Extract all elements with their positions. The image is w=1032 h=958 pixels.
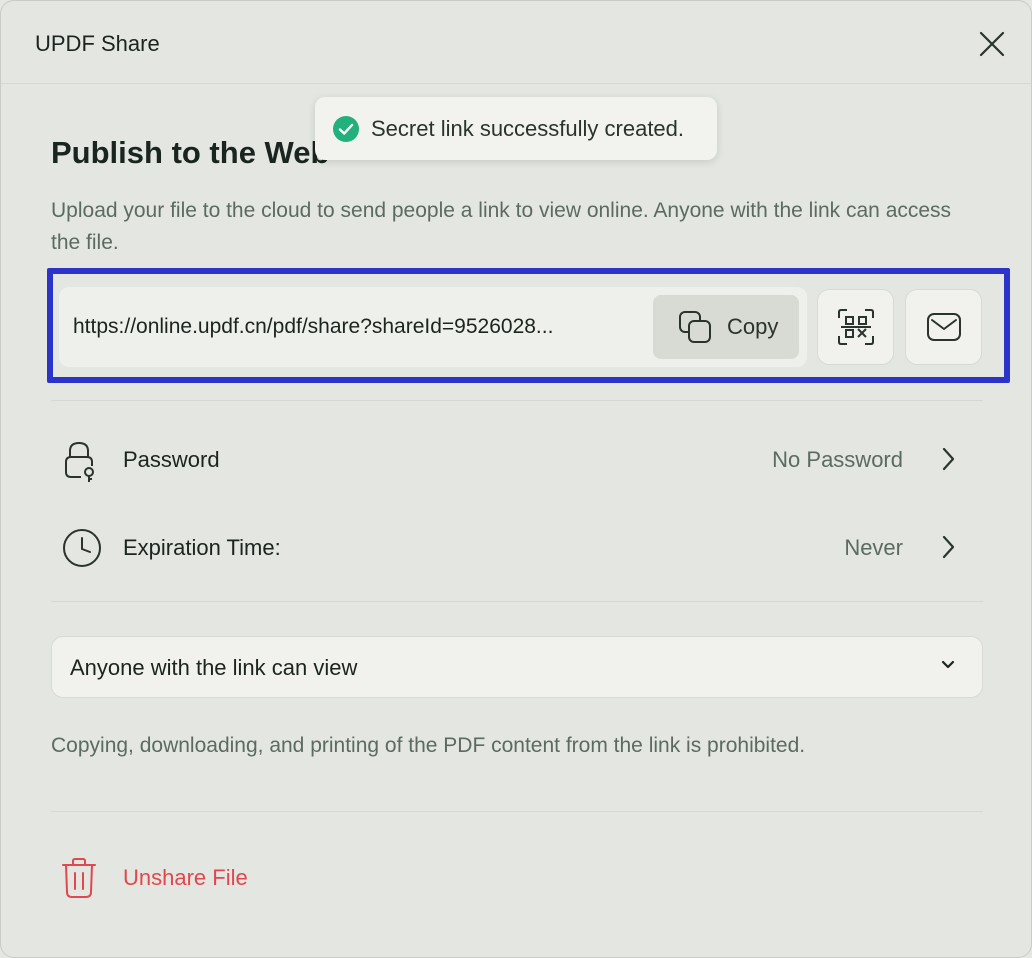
success-toast: Secret link successfully created. — [315, 97, 717, 160]
qr-code-button[interactable] — [817, 289, 894, 365]
divider — [51, 400, 983, 401]
email-button[interactable] — [905, 289, 982, 365]
page-description: Upload your file to the cloud to send pe… — [51, 199, 952, 254]
chevron-right-icon — [942, 535, 955, 559]
copy-label: Copy — [727, 314, 779, 339]
restriction-note: Copying, downloading, and printing of th… — [51, 734, 806, 757]
expiration-value: Never — [844, 535, 903, 560]
expiration-label: Expiration Time: — [123, 535, 281, 560]
title-bar: UPDF Share — [1, 1, 1031, 84]
divider — [51, 601, 983, 602]
password-label: Password — [123, 447, 220, 472]
dialog-title: UPDF Share — [35, 31, 160, 56]
expiration-row[interactable]: Expiration Time: Never — [51, 515, 983, 579]
share-link-url[interactable]: https://online.updf.cn/pdf/share?shareId… — [73, 315, 629, 339]
copy-icon — [679, 311, 711, 343]
lock-icon — [65, 441, 94, 482]
clock-icon — [63, 529, 101, 567]
copy-button[interactable]: Copy — [653, 295, 799, 359]
close-icon — [979, 31, 1005, 57]
email-icon — [926, 313, 961, 341]
chevron-down-icon — [941, 660, 955, 669]
share-dialog: UPDF Share Secret link successfully crea… — [0, 0, 1032, 958]
unshare-file-button[interactable]: Unshare File — [61, 853, 248, 903]
unshare-label: Unshare File — [123, 865, 248, 890]
chevron-right-icon — [942, 447, 955, 471]
close-button[interactable] — [971, 23, 1013, 65]
qr-code-icon — [837, 309, 874, 345]
trash-icon — [62, 858, 96, 898]
password-value: No Password — [772, 447, 903, 472]
divider — [51, 811, 983, 812]
access-dropdown[interactable]: Anyone with the link can view — [51, 636, 983, 698]
access-selected-value: Anyone with the link can view — [70, 655, 358, 680]
check-circle-icon — [333, 115, 359, 142]
page-title: Publish to the Web — [51, 135, 330, 170]
password-row[interactable]: Password No Password — [51, 427, 983, 491]
share-link-field[interactable]: https://online.updf.cn/pdf/share?shareId… — [59, 287, 807, 367]
toast-message: Secret link successfully created. — [371, 115, 685, 141]
